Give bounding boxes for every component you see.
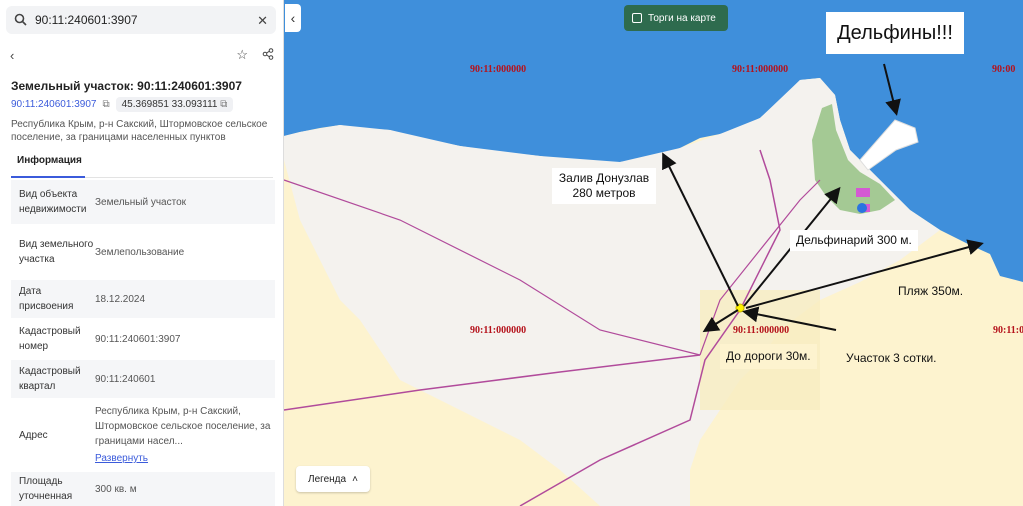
row-label: Вид земельного участка xyxy=(19,239,94,265)
info-panel: ✕ ‹ ☆ Земельный участок: 90:11:240601:39… xyxy=(0,0,284,506)
back-arrow-icon[interactable]: ‹ xyxy=(10,49,14,62)
search-input[interactable] xyxy=(35,13,250,27)
annotation-beach: Пляж 350м. xyxy=(890,279,972,304)
location-text: Республика Крым, р-н Сакский, Штормовско… xyxy=(11,119,268,143)
info-row: Вид объекта недвижимости Земельный участ… xyxy=(11,180,275,224)
copy-icon[interactable]: ⧉ xyxy=(102,99,109,110)
pink-building xyxy=(856,188,870,197)
info-row: Кадастровый номер 90:11:240601:3907 xyxy=(11,320,275,358)
annotation-dolphinarium: Дельфинарий 300 м. xyxy=(790,230,918,251)
search-bar[interactable]: ✕ xyxy=(6,6,276,34)
star-icon[interactable]: ☆ xyxy=(236,48,248,62)
cadastral-label: 90:11:000000 xyxy=(732,64,788,75)
row-label: Кадастровый номер xyxy=(19,326,81,352)
chevron-up-icon: ˄ xyxy=(352,473,358,485)
row-value: Землепользование xyxy=(95,246,185,258)
search-icon xyxy=(14,13,27,28)
legend-label: Легенда xyxy=(308,473,347,485)
annotation-plot: Участок 3 сотки. xyxy=(838,345,945,372)
meta-row: 90:11:240601:3907 ⧉ 45.369851 33.093111 … xyxy=(11,97,234,112)
address-text: Республика Крым, р-н Сакский, Штормовско… xyxy=(95,406,271,447)
info-row: Дата присвоения 18.12.2024 xyxy=(11,280,275,318)
cadastral-label: 90:00 xyxy=(992,64,1015,75)
torgi-label: Торги на карте xyxy=(648,12,716,24)
location-pin-icon xyxy=(857,203,867,213)
row-value: Земельный участок xyxy=(95,196,187,208)
row-label: Площадь уточненная xyxy=(19,476,73,502)
coordinates-text: 45.369851 33.093111 xyxy=(121,99,218,110)
share-icon[interactable] xyxy=(262,48,274,62)
cadastral-label: 90:11:000000 xyxy=(993,325,1023,336)
page-title: Земельный участок: 90:11:240601:3907 xyxy=(11,79,242,93)
info-row: Кадастровый квартал 90:11:240601 xyxy=(11,360,275,398)
tabs: Информация xyxy=(11,150,273,178)
expand-link[interactable]: Развернуть xyxy=(95,451,148,466)
panel-toolbar: ‹ ☆ xyxy=(10,44,274,66)
clear-icon[interactable]: ✕ xyxy=(257,14,268,27)
cadastral-number-link[interactable]: 90:11:240601:3907 xyxy=(11,99,96,110)
annotation-road: До дороги 30м. xyxy=(720,344,817,369)
torgi-map-toggle[interactable]: Торги на карте xyxy=(624,5,728,31)
cadastral-label: 90:11:000000 xyxy=(470,325,526,336)
annotation-bay-line1: Залив Донузлав xyxy=(558,171,650,185)
copy-icon: ⧉ xyxy=(220,99,228,110)
row-label: Дата присвоения xyxy=(19,286,74,312)
coordinates-badge[interactable]: 45.369851 33.093111 ⧉ xyxy=(115,97,234,112)
cadastral-label: 90:11:000000 xyxy=(733,325,789,336)
row-label: Вид объекта недвижимости xyxy=(19,189,87,215)
info-row: Адрес Республика Крым, р-н Сакский, Штор… xyxy=(11,400,275,470)
legend-button[interactable]: Легенда ˄ xyxy=(296,466,370,492)
row-value: 300 кв. м xyxy=(95,483,137,495)
row-value: 18.12.2024 xyxy=(95,293,146,305)
row-value: Республика Крым, р-н Сакский, Штормовско… xyxy=(95,400,275,470)
tab-underline xyxy=(11,176,85,178)
row-label: Адрес xyxy=(19,429,48,441)
row-value: 90:11:240601:3907 xyxy=(95,333,181,345)
tab-information[interactable]: Информация xyxy=(17,155,82,166)
checkbox-icon xyxy=(632,13,642,23)
cadastral-label: 90:11:000000 xyxy=(470,64,526,75)
annotation-bay-line2: 280 метров xyxy=(572,186,636,200)
row-label: Кадастровый квартал xyxy=(19,366,81,392)
row-value: 90:11:240601 xyxy=(95,373,156,385)
collapse-panel-button[interactable]: ‹ xyxy=(285,4,301,32)
info-row: Площадь уточненная 300 кв. м xyxy=(11,472,275,506)
annotation-bay: Залив Донузлав 280 метров xyxy=(552,168,656,204)
info-row: Вид земельного участка Землепользование xyxy=(11,226,275,278)
annotation-dolphins: Дельфины!!! xyxy=(826,12,964,54)
